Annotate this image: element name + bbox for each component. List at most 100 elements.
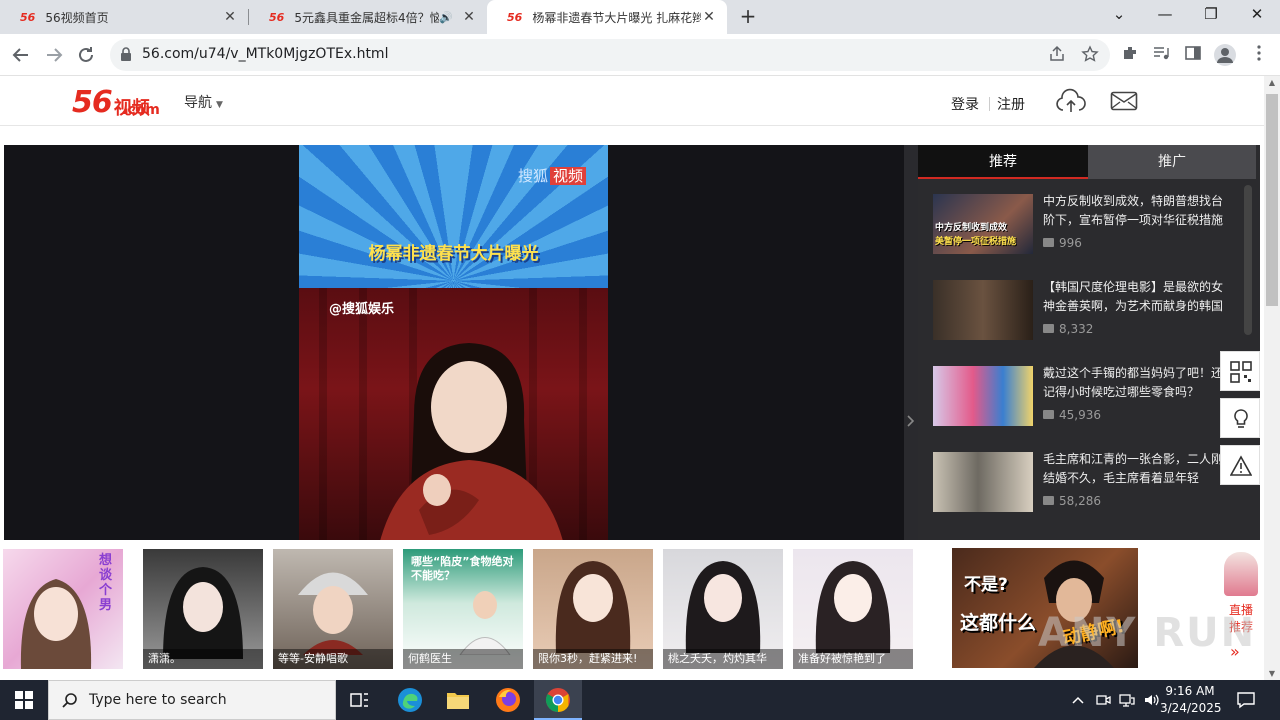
clock-time: 9:16 AM — [1165, 684, 1215, 698]
recommend-item[interactable]: 【韩国尺度伦理电影】是最欲的女神金善英啊，为艺术而献身的韩国 8,332 — [933, 280, 1243, 342]
view-count: 45,936 — [1043, 408, 1101, 422]
live-card[interactable]: 想谈个男 — [3, 549, 123, 669]
forward-button[interactable] — [41, 42, 67, 68]
site-favicon: 56 — [507, 10, 523, 24]
close-icon[interactable]: ✕ — [701, 9, 717, 25]
url-text[interactable]: 56.com/u74/v_MTk0MjgzOTEx.html — [142, 46, 388, 62]
scroll-down-icon[interactable]: ▼ — [1264, 669, 1280, 678]
close-icon[interactable]: ✕ — [461, 9, 477, 25]
back-button[interactable] — [8, 42, 34, 68]
scrollbar-thumb[interactable] — [1266, 94, 1278, 306]
view-count: 996 — [1043, 236, 1082, 250]
new-tab-button[interactable]: + — [736, 4, 760, 28]
logo-number: 56 — [72, 85, 113, 120]
tab-promotion[interactable]: 推广 — [1088, 145, 1256, 179]
live-card[interactable]: 准备好被惊艳到了 — [793, 549, 913, 669]
media-control-icon[interactable] — [1150, 44, 1172, 66]
video-frame[interactable]: 搜狐 视频 杨幂非遗春节大片曝光 @搜狐娱乐 — [299, 145, 608, 540]
taskbar-file-explorer[interactable] — [434, 680, 482, 720]
recommend-thumbnail[interactable] — [933, 366, 1033, 426]
site-logo[interactable]: 56 视频 .com — [72, 82, 160, 120]
feedback-idea-button[interactable] — [1220, 398, 1260, 438]
qr-code-button[interactable] — [1220, 351, 1260, 391]
panel-toggle-arrow[interactable] — [904, 145, 918, 540]
restore-button[interactable]: ❐ — [1188, 0, 1234, 30]
tab-recommend[interactable]: 推荐 — [918, 145, 1088, 179]
recommend-tabs: 推荐 推广 — [918, 145, 1260, 179]
video-player[interactable]: 搜狐 视频 杨幂非遗春节大片曝光 @搜狐娱乐 — [4, 145, 904, 540]
taskbar-edge[interactable] — [386, 680, 434, 720]
site-favicon: 56 — [269, 10, 285, 24]
chrome-icon — [545, 688, 570, 712]
promo-line-1: 不是? — [964, 575, 1008, 595]
folder-icon — [447, 693, 469, 709]
card-caption: 潇潇。 — [143, 649, 263, 669]
recommend-scrollbar[interactable] — [1244, 185, 1252, 335]
browser-tab-2[interactable]: 56 5元鑫具重金属超标4倍？恼 🔊 ✕ — [249, 0, 487, 34]
address-bar[interactable]: 56.com/u74/v_MTk0MjgzOTEx.html — [110, 39, 1110, 71]
meet-now-icon[interactable] — [1095, 692, 1111, 708]
view-count-value: 58,286 — [1059, 494, 1101, 508]
recommend-title[interactable]: 戴过这个手镯的都当妈妈了吧！还记得小时候吃过哪些零食吗？ — [1043, 364, 1228, 402]
minimize-button[interactable]: — — [1142, 0, 1188, 30]
speaker-icon[interactable]: 🔊 — [439, 11, 453, 24]
start-button[interactable] — [0, 680, 48, 720]
side-panel-icon[interactable] — [1182, 44, 1204, 66]
page-scrollbar[interactable]: ▲ ▼ — [1264, 76, 1280, 680]
reload-icon — [79, 47, 93, 62]
chevron-right-icon — [907, 415, 915, 427]
taskbar-firefox[interactable] — [484, 680, 532, 720]
recommend-item[interactable]: 中方反制收到成效 美暂停一项征税措施 中方反制收到成效，特朗普想找台阶下，宣布暂… — [933, 194, 1243, 256]
scroll-up-icon[interactable]: ▲ — [1264, 78, 1280, 87]
live-card[interactable]: 限你3秒，赶紧进来! — [533, 549, 653, 669]
login-link[interactable]: 登录 — [951, 94, 979, 114]
browser-tab-3-active[interactable]: 56 杨幂非遗春节大片曝光 扎麻花辫 ✕ — [487, 0, 727, 34]
taskbar-clock[interactable]: 9:16 AM 3/24/2025 — [1160, 683, 1222, 717]
taskbar-chrome[interactable] — [534, 680, 582, 720]
arrow-right-icon — [47, 48, 63, 62]
live-card[interactable]: 潇潇。 — [143, 549, 263, 669]
volume-icon[interactable] — [1143, 692, 1159, 708]
recommend-title[interactable]: 中方反制收到成效，特朗普想找台阶下，宣布暂停一项对华征税措施 — [1043, 192, 1228, 230]
recommend-title[interactable]: 毛主席和江青的一张合影，二人刚结婚不久，毛主席看着显年轻 — [1043, 450, 1228, 488]
streamer-portrait — [298, 572, 368, 655]
notification-center-icon[interactable] — [1236, 690, 1256, 710]
taskbar-search-box[interactable]: Type here to search — [48, 680, 336, 720]
share-icon[interactable] — [1047, 45, 1067, 65]
report-button[interactable] — [1220, 445, 1260, 485]
live-card[interactable]: 桃之夭夭，灼灼其华 — [663, 549, 783, 669]
live-card[interactable]: 等等-安静唱歌 — [273, 549, 393, 669]
message-envelope-icon[interactable] — [1110, 91, 1138, 111]
upload-cloud-icon[interactable] — [1055, 88, 1087, 114]
task-view-button[interactable] — [336, 680, 384, 720]
nav-menu-toggle[interactable]: 导航 ▼ — [184, 92, 223, 112]
play-count-icon — [1043, 410, 1054, 419]
view-count-value: 45,936 — [1059, 408, 1101, 422]
register-link[interactable]: 注册 — [997, 94, 1025, 114]
browser-tab-1[interactable]: 56 56视频首页 ✕ — [0, 0, 248, 34]
streamer-portrait — [163, 567, 243, 659]
clock-date: 3/24/2025 — [1160, 701, 1222, 715]
close-icon[interactable]: ✕ — [222, 9, 238, 25]
recommend-thumbnail[interactable] — [933, 452, 1033, 512]
profile-avatar-icon[interactable] — [1214, 44, 1236, 66]
reload-button[interactable] — [73, 42, 99, 68]
extensions-icon[interactable] — [1119, 44, 1141, 66]
network-icon[interactable] — [1119, 692, 1135, 708]
tray-overflow-icon[interactable] — [1070, 692, 1086, 708]
lock-icon[interactable] — [120, 46, 132, 62]
recommend-item[interactable]: 戴过这个手镯的都当妈妈了吧！还记得小时候吃过哪些零食吗？ 45,936 — [933, 366, 1243, 428]
recommend-panel: 推荐 推广 中方反制收到成效 美暂停一项征税措施 中方反制收到成效，特朗普想找台… — [918, 145, 1260, 540]
recommend-title[interactable]: 【韩国尺度伦理电影】是最欲的女神金善英啊，为艺术而献身的韩国 — [1043, 278, 1228, 316]
tab-title: 杨幂非遗春节大片曝光 扎麻花辫 — [532, 10, 701, 25]
tab-title: 5元鑫具重金属超标4倍？恼 — [294, 10, 440, 25]
tab-search-button[interactable]: ⌄ — [1096, 0, 1142, 30]
more-menu-icon[interactable] — [1248, 44, 1270, 66]
live-card[interactable]: 哪些“陷皮”食物绝对不能吃？ 何鹤医生 — [403, 549, 523, 669]
bookmark-star-icon[interactable] — [1080, 45, 1100, 65]
recommend-thumbnail[interactable]: 中方反制收到成效 美暂停一项征税措施 — [933, 194, 1033, 254]
recommend-item[interactable]: 毛主席和江青的一张合影，二人刚结婚不久，毛主席看着显年轻 58,286 — [933, 452, 1243, 514]
recommend-thumbnail[interactable] — [933, 280, 1033, 340]
window-close-button[interactable]: ✕ — [1234, 0, 1280, 30]
card-caption: 等等-安静唱歌 — [273, 649, 393, 669]
